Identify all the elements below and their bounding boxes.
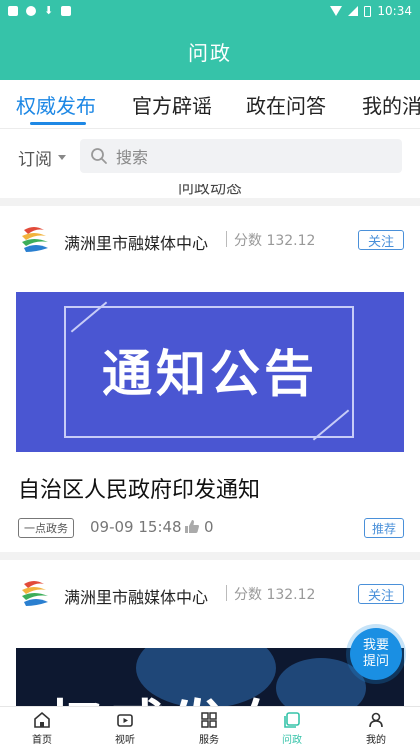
nav-mine-label: 我的 (366, 735, 386, 746)
wifi-icon (330, 6, 343, 16)
bottom-navigation: 首页 视听 服务 问政 我的 (0, 706, 420, 750)
follow-button[interactable]: 关注 (358, 230, 404, 250)
divider (226, 231, 227, 247)
release-banner-image[interactable]: 权威发布 (16, 648, 404, 710)
nav-home-label: 首页 (32, 735, 52, 746)
subscribe-dropdown[interactable]: 订阅 (18, 145, 66, 170)
follow-button[interactable]: 关注 (358, 584, 404, 604)
recommend-badge: 推荐 (364, 518, 404, 538)
app-notification-icon (61, 6, 72, 16)
media-center-logo (18, 576, 52, 610)
tab-rumor-refute[interactable]: 官方辟谣 (132, 90, 212, 119)
article-headline[interactable]: 自治区人民政府印发通知 (18, 472, 260, 504)
battery-icon (364, 5, 372, 17)
notice-banner-image[interactable]: 通知公告 (16, 292, 404, 452)
chevron-down-icon (58, 155, 66, 160)
divider (226, 585, 227, 601)
list-item[interactable]: 满洲里市融媒体中心 分数 132.12 关注 通知公告 自治区人民政府印发通知 … (0, 206, 420, 552)
like-button[interactable]: 0 (184, 518, 214, 536)
status-time: 10:34 (377, 4, 412, 18)
nav-video-label: 视听 (115, 735, 135, 746)
app-header: 问政 (0, 22, 420, 80)
nav-services[interactable]: 服务 (179, 711, 239, 746)
source-name[interactable]: 满洲里市融媒体中心 (64, 230, 208, 254)
status-bar: ⬇ 10:34 (0, 0, 420, 22)
tab-my-messages[interactable]: 我的消 (362, 90, 420, 119)
home-icon (34, 711, 50, 728)
search-placeholder: 搜索 (116, 148, 149, 167)
video-icon (117, 714, 133, 727)
active-tab-indicator (30, 122, 86, 125)
ask-question-label: 我要提问 (362, 638, 389, 669)
nav-inquiry-label: 问政 (282, 735, 302, 746)
nav-mine[interactable]: 我的 (346, 711, 406, 746)
nav-inquiry[interactable]: 问政 (262, 711, 322, 746)
nav-video[interactable]: 视听 (95, 711, 155, 746)
score-label: 分数 132.12 (234, 233, 316, 249)
category-tabs: 权威发布 官方辟谣 政在问答 我的消 (0, 80, 420, 128)
page-title: 问政 (188, 40, 232, 65)
signal-icon (348, 6, 359, 16)
tab-official-release[interactable]: 权威发布 (16, 90, 96, 119)
grid-icon (201, 712, 217, 728)
list-item-partial: 问政动态 (0, 184, 420, 198)
tab-qa[interactable]: 政在问答 (246, 90, 326, 119)
person-icon (369, 712, 383, 728)
media-center-logo (18, 222, 52, 256)
source-name[interactable]: 满洲里市融媒体中心 (64, 584, 208, 608)
ask-question-button[interactable]: 我要提问 (350, 628, 402, 680)
question-icon (284, 712, 300, 728)
notification-dot-icon (26, 6, 36, 16)
category-tag: 一点政务 (18, 518, 74, 538)
banner-text: 通知公告 (102, 345, 318, 403)
thumbs-up-icon (185, 520, 199, 533)
publish-time: 09-09 15:48 (90, 518, 182, 536)
like-count: 0 (204, 518, 214, 536)
download-icon: ⬇ (44, 4, 54, 17)
partial-card-text: 问政动态 (178, 184, 243, 197)
score-label: 分数 132.12 (234, 587, 316, 603)
search-row: 订阅 搜索 (0, 128, 420, 184)
nav-home[interactable]: 首页 (12, 711, 72, 746)
notification-icon (8, 6, 18, 16)
nav-services-label: 服务 (199, 735, 219, 746)
subscribe-label: 订阅 (18, 150, 52, 170)
search-input[interactable]: 搜索 (80, 139, 402, 173)
search-icon (90, 147, 108, 165)
